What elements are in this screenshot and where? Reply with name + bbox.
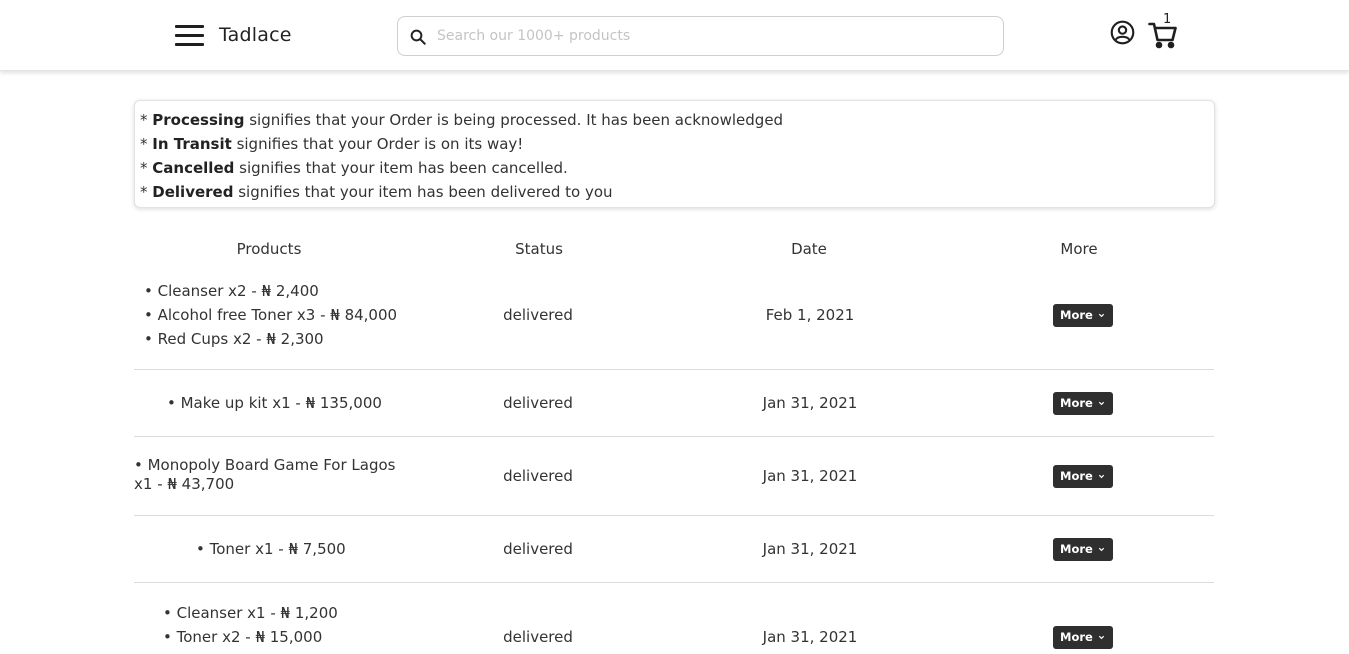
legend-line-in-transit: * In Transit signifies that your Order i…: [140, 135, 524, 153]
legend-line-cancelled: * Cancelled signifies that your item has…: [140, 159, 568, 177]
top-navbar: Tadlace 1: [0, 0, 1349, 71]
order-status: delivered: [503, 467, 573, 485]
shopping-cart-icon[interactable]: [1148, 14, 1178, 50]
orders-table-header: Products Status Date More: [134, 240, 1215, 260]
chevron-down-icon: [1098, 635, 1105, 640]
order-date: Jan 31, 2021: [762, 394, 858, 412]
order-status-legend: * Processing signifies that your Order i…: [134, 100, 1215, 208]
product-list: • Cleanser x2 - ₦ 2,400 • Alcohol free T…: [144, 279, 397, 351]
product-item: • Monopoly Board Game For Lagos x1 - ₦ 4…: [134, 456, 396, 493]
order-date: Jan 31, 2021: [762, 467, 858, 485]
more-dropdown-button[interactable]: More: [1053, 304, 1113, 327]
legend-line-delivered: * Delivered signifies that your item has…: [140, 183, 613, 201]
search-bar[interactable]: [397, 16, 1004, 56]
product-item: • Red Cups x2 - ₦ 2,300: [144, 330, 324, 348]
product-item: • Toner x2 - ₦ 15,000: [163, 628, 323, 646]
more-dropdown-button[interactable]: More: [1053, 626, 1113, 649]
header-more: More: [1060, 240, 1098, 258]
more-dropdown-button[interactable]: More: [1053, 392, 1113, 415]
product-item: • Alcohol free Toner x3 - ₦ 84,000: [144, 306, 398, 324]
order-date: Jan 31, 2021: [762, 540, 858, 558]
order-status: delivered: [503, 306, 573, 324]
order-status: delivered: [503, 394, 573, 412]
order-status: delivered: [503, 628, 573, 646]
product-list: • Monopoly Board Game For Lagos x1 - ₦ 4…: [134, 456, 404, 494]
chevron-down-icon: [1098, 474, 1105, 479]
chevron-down-icon: [1098, 401, 1105, 406]
table-row: • Monopoly Board Game For Lagos x1 - ₦ 4…: [134, 437, 1214, 516]
order-date: Feb 1, 2021: [765, 306, 855, 324]
table-row: • Cleanser x1 - ₦ 1,200 • Toner x2 - ₦ 1…: [134, 583, 1214, 654]
more-button-label: More: [1060, 630, 1093, 644]
header-status: Status: [515, 240, 563, 258]
header-date: Date: [791, 240, 827, 258]
more-dropdown-button[interactable]: More: [1053, 538, 1113, 561]
product-list: • Cleanser x1 - ₦ 1,200 • Toner x2 - ₦ 1…: [163, 601, 338, 649]
chevron-down-icon: [1098, 313, 1105, 318]
user-account-icon[interactable]: [1110, 20, 1135, 45]
header-products: Products: [236, 240, 302, 258]
table-row: • Cleanser x2 - ₦ 2,400 • Alcohol free T…: [134, 270, 1214, 370]
order-date: Jan 31, 2021: [762, 628, 858, 646]
more-button-label: More: [1060, 308, 1093, 322]
product-item: • Make up kit x1 - ₦ 135,000: [167, 394, 382, 412]
product-item: • Cleanser x1 - ₦ 1,200: [163, 604, 338, 622]
hamburger-menu-icon[interactable]: [175, 25, 204, 47]
product-item: • Cleanser x2 - ₦ 2,400: [144, 282, 319, 300]
product-list: • Make up kit x1 - ₦ 135,000: [167, 391, 382, 415]
product-item: • Toner x1 - ₦ 7,500: [196, 540, 346, 558]
brand-logo-text[interactable]: Tadlace: [219, 24, 292, 46]
search-icon: [410, 29, 426, 45]
more-button-label: More: [1060, 396, 1093, 410]
table-row: • Toner x1 - ₦ 7,500 delivered Jan 31, 2…: [134, 516, 1214, 583]
more-button-label: More: [1060, 542, 1093, 556]
chevron-down-icon: [1098, 547, 1105, 552]
legend-line-processing: * Processing signifies that your Order i…: [140, 111, 784, 129]
product-list: • Toner x1 - ₦ 7,500: [196, 537, 346, 561]
more-button-label: More: [1060, 469, 1093, 483]
more-dropdown-button[interactable]: More: [1053, 465, 1113, 488]
order-status: delivered: [503, 540, 573, 558]
table-row: • Make up kit x1 - ₦ 135,000 delivered J…: [134, 370, 1214, 437]
search-input[interactable]: [437, 17, 997, 55]
